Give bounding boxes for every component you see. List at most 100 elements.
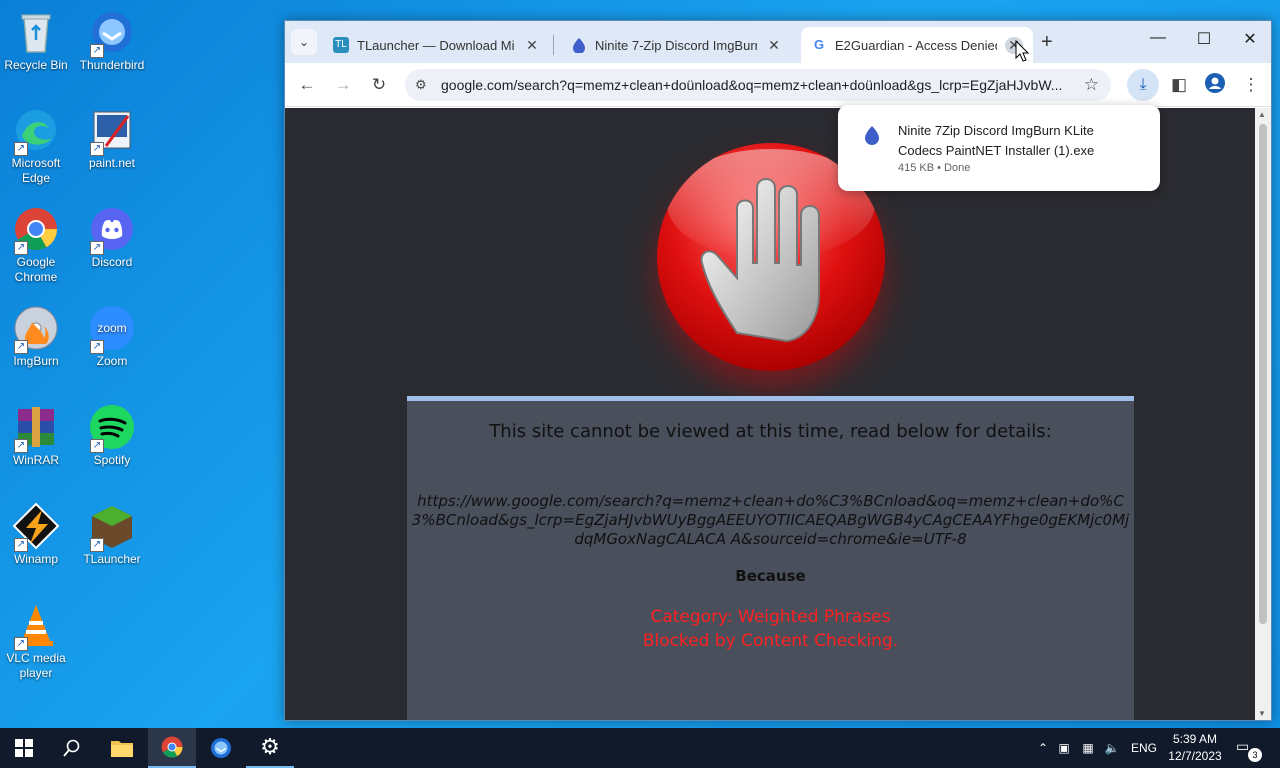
menu-kebab-icon[interactable]: ⋮ <box>1239 73 1263 97</box>
shortcut-arrow-icon: ↗ <box>90 439 104 453</box>
desktop-icon-label: Discord <box>91 255 133 269</box>
svg-text:zoom: zoom <box>97 321 126 335</box>
winrar-icon: ↗ <box>12 403 60 453</box>
desktop-icon-label: Thunderbird <box>79 58 145 72</box>
new-tab-button[interactable]: + <box>1041 31 1053 54</box>
shortcut-arrow-icon: ↗ <box>14 637 28 651</box>
spotify-icon: ↗ <box>88 403 136 453</box>
tab-separator <box>553 35 554 55</box>
zoom-icon: zoom ↗ <box>88 304 136 354</box>
desktop-icon-spotify[interactable]: ↗ Spotify <box>76 403 148 468</box>
profile-icon[interactable] <box>1203 73 1227 97</box>
paint-net-icon: ↗ <box>88 106 136 156</box>
chrome-window: ⌄ TL TLauncher — Download Minecraft ✕ Ni… <box>284 20 1272 721</box>
tab-tlauncher[interactable]: TL TLauncher — Download Minecraft ✕ <box>323 27 551 63</box>
clock[interactable]: 5:39 AM 12/7/2023 <box>1166 731 1224 765</box>
thunderbird-icon <box>211 738 231 758</box>
notification-count: 3 <box>1248 748 1262 762</box>
chrome-icon <box>161 736 183 758</box>
because-label: Because <box>735 567 806 585</box>
taskbar-chrome[interactable] <box>148 728 196 768</box>
meet-now-icon[interactable]: ▣ <box>1052 741 1076 755</box>
desktop-icon-label: WinRAR <box>12 453 59 467</box>
windows-logo-icon <box>15 739 33 757</box>
network-icon[interactable]: ▦ <box>1076 741 1100 755</box>
search-button[interactable] <box>48 728 96 768</box>
taskbar-settings[interactable]: ⚙ <box>246 728 294 768</box>
taskbar: ⚙ ⌃ ▣ ▦ 🔈 ENG 5:39 AM 12/7/2023 ▭ 3 <box>0 728 1280 768</box>
desktop-icon-imgburn[interactable]: ↗ ImgBurn <box>0 304 72 369</box>
gear-icon: ⚙ <box>260 734 280 759</box>
edge-icon: ↗ <box>12 106 60 156</box>
scroll-up-icon[interactable]: ▲ <box>1258 110 1266 119</box>
recycle-bin-icon <box>12 8 60 56</box>
desktop-icon-recycle-bin[interactable]: Recycle Bin <box>0 8 72 73</box>
side-panel-icon[interactable]: ◧ <box>1167 73 1191 97</box>
desktop-icon-paint-net[interactable]: ↗ paint.net <box>76 106 148 171</box>
shortcut-arrow-icon: ↗ <box>14 439 28 453</box>
mouse-cursor-icon <box>1015 40 1029 62</box>
scroll-down-icon[interactable]: ▼ <box>1258 709 1266 718</box>
shortcut-arrow-icon: ↗ <box>90 142 104 156</box>
tab-title: Ninite 7-Zip Discord ImgBurn KLite <box>595 37 757 53</box>
taskbar-file-explorer[interactable] <box>98 728 146 768</box>
browser-toolbar: ← → ↻ ⚙ google.com/search?q=memz+clean+d… <box>285 63 1271 107</box>
download-filename[interactable]: Ninite 7Zip Discord ImgBurn KLite Codecs… <box>898 121 1140 161</box>
desktop-icon-winrar[interactable]: ↗ WinRAR <box>0 403 72 468</box>
page-scrollbar[interactable]: ▲ ▼ <box>1255 108 1271 720</box>
desktop-icon-edge[interactable]: ↗ Microsoft Edge <box>0 106 72 186</box>
close-window-button[interactable]: ✕ <box>1235 29 1265 49</box>
tab-e2guardian[interactable]: G E2Guardian - Access Denied ✕ <box>801 27 1033 63</box>
desktop-icon-zoom[interactable]: zoom ↗ Zoom <box>76 304 148 369</box>
block-method: Blocked by Content Checking. <box>642 631 899 651</box>
minimize-button[interactable]: — <box>1143 29 1173 47</box>
desktop-icon-label: VLC media player <box>6 651 66 680</box>
tab-strip: ⌄ TL TLauncher — Download Minecraft ✕ Ni… <box>285 21 1271 63</box>
start-button[interactable] <box>0 728 48 768</box>
forward-button[interactable]: → <box>331 73 355 97</box>
notification-center-button[interactable]: ▭ 3 <box>1236 738 1262 762</box>
volume-muted-icon[interactable]: 🔈 <box>1100 741 1124 755</box>
desktop-icon-label: Winamp <box>13 552 58 566</box>
download-button[interactable]: ⤓ <box>1127 69 1159 101</box>
taskbar-thunderbird[interactable] <box>197 728 245 768</box>
thunderbird-icon: ↗ <box>88 8 136 58</box>
system-tray: ⌃ ▣ ▦ 🔈 ENG <box>1034 728 1164 768</box>
desktop-icon-label: Zoom <box>96 354 128 368</box>
folder-icon <box>111 741 133 757</box>
blocked-url: https://www.google.com/search?q=memz+cle… <box>411 492 1130 548</box>
chevron-up-icon[interactable]: ⌃ <box>1034 741 1052 755</box>
download-bubble[interactable]: Ninite 7Zip Discord ImgBurn KLite Codecs… <box>838 105 1160 191</box>
clock-time: 5:39 AM <box>1172 732 1218 746</box>
discord-icon: ↗ <box>88 205 136 255</box>
download-status: 415 KB • Done <box>898 162 971 174</box>
close-icon[interactable]: ✕ <box>765 37 783 54</box>
close-icon[interactable]: ✕ <box>523 37 541 54</box>
url-text[interactable]: google.com/search?q=memz+clean+doünload&… <box>441 77 1071 93</box>
tab-title: E2Guardian - Access Denied <box>835 37 997 53</box>
desktop-icon-thunderbird[interactable]: ↗ Thunderbird <box>76 8 148 73</box>
tlauncher-favicon-icon: TL <box>333 37 349 53</box>
desktop-icon-chrome[interactable]: ↗ Google Chrome <box>0 205 72 285</box>
blocked-page: This site cannot be viewed at this time,… <box>285 108 1256 720</box>
chrome-icon: ↗ <box>12 205 60 255</box>
address-bar[interactable]: ⚙ google.com/search?q=memz+clean+doünloa… <box>405 69 1111 101</box>
desktop-icon-discord[interactable]: ↗ Discord <box>76 205 148 270</box>
desktop-icon-vlc[interactable]: ↗ VLC media player <box>0 601 72 681</box>
language-indicator[interactable]: ENG <box>1124 741 1164 755</box>
bookmark-star-icon[interactable]: ☆ <box>1084 75 1099 95</box>
desktop-icon-winamp[interactable]: ↗ Winamp <box>0 502 72 567</box>
back-button[interactable]: ← <box>295 73 319 97</box>
shortcut-arrow-icon: ↗ <box>14 142 28 156</box>
tab-ninite[interactable]: Ninite 7-Zip Discord ImgBurn KLite ✕ <box>561 27 793 63</box>
site-info-icon[interactable]: ⚙ <box>415 77 441 93</box>
clock-date: 12/7/2023 <box>1168 749 1222 763</box>
reload-button[interactable]: ↻ <box>367 73 391 97</box>
scrollbar-thumb[interactable] <box>1259 124 1267 624</box>
block-heading: This site cannot be viewed at this time,… <box>489 421 1052 442</box>
maximize-button[interactable]: ☐ <box>1189 29 1219 49</box>
notification-icon: ▭ <box>1236 738 1250 754</box>
block-details-panel: This site cannot be viewed at this time,… <box>407 396 1134 720</box>
tab-search-button[interactable]: ⌄ <box>291 29 317 55</box>
desktop-icon-tlauncher[interactable]: ↗ TLauncher <box>76 502 148 567</box>
